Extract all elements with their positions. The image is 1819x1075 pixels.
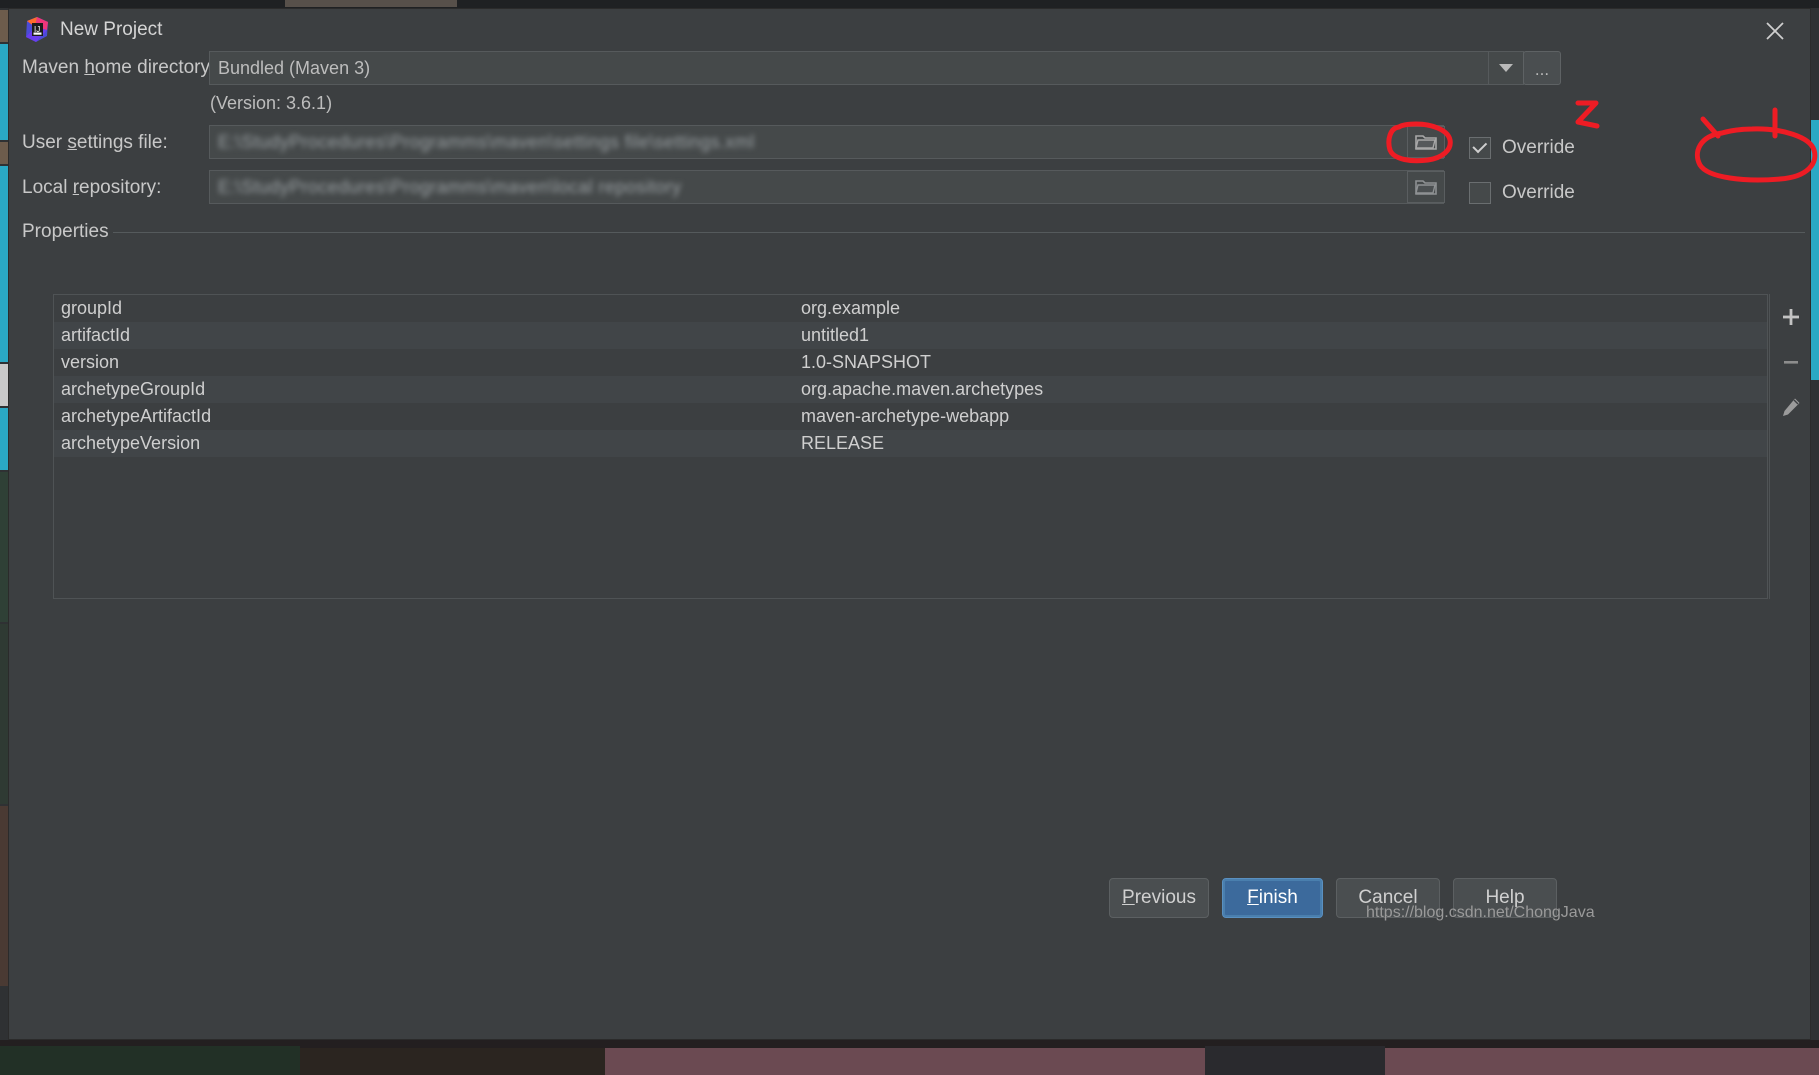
property-name: archetypeGroupId <box>61 379 206 399</box>
local-repository-override-checkbox[interactable] <box>1469 182 1491 204</box>
table-row[interactable]: archetypeGroupId org.apache.maven.archet… <box>54 376 1767 403</box>
property-name: archetypeArtifactId <box>61 406 212 426</box>
bg-top-highlight <box>285 0 457 7</box>
local-repository-override-label: Override <box>1502 182 1575 203</box>
intellij-idea-logo-icon: IJ <box>23 16 51 44</box>
properties-toolbar <box>1769 294 1811 599</box>
user-settings-override-checkbox[interactable] <box>1469 137 1491 159</box>
property-name: artifactId <box>61 325 131 345</box>
property-name: groupId <box>61 298 123 318</box>
local-repository-label: Local repository: <box>22 177 162 198</box>
user-settings-input[interactable]: E:\StudyProcedures\Programms\maven\setti… <box>209 125 1444 159</box>
chevron-down-icon[interactable] <box>1488 51 1524 85</box>
user-settings-value: E:\StudyProcedures\Programms\maven\setti… <box>218 131 755 152</box>
property-name: version <box>61 352 120 372</box>
finish-button[interactable]: Finish <box>1222 878 1323 918</box>
property-name: archetypeVersion <box>61 433 201 453</box>
maven-home-combobox[interactable]: Bundled (Maven 3) <box>209 51 1489 85</box>
maven-version-note: (Version: 3.6.1) <box>210 93 333 113</box>
bg-bottom-seg-3 <box>605 1048 1205 1075</box>
user-settings-label: User settings file: <box>22 132 168 153</box>
user-settings-folder-icon[interactable] <box>1407 126 1445 158</box>
plus-icon <box>1783 308 1799 325</box>
bg-bottom-seg-1 <box>0 1046 300 1075</box>
new-project-dialog: IJ New Project Maven home directory: Bun… <box>8 8 1811 1040</box>
dialog-title: New Project <box>60 19 163 40</box>
watermark-text: https://blog.csdn.net/ChongJava <box>1366 904 1595 921</box>
previous-button[interactable]: Previous <box>1109 878 1209 918</box>
table-row[interactable]: archetypeVersion RELEASE <box>54 430 1767 457</box>
properties-table[interactable]: groupId org.example artifactId untitled1… <box>53 294 1768 599</box>
maven-home-browse-button[interactable]: ... <box>1523 51 1561 85</box>
user-settings-override-label: Override <box>1502 137 1575 158</box>
bg-bottom-seg-4 <box>1205 1046 1385 1075</box>
dialog-titlebar: IJ New Project <box>9 9 1810 53</box>
pencil-icon <box>1783 398 1800 416</box>
table-row[interactable]: archetypeArtifactId maven-archetype-weba… <box>54 403 1767 430</box>
user-settings-override-row[interactable]: Override <box>1469 137 1575 159</box>
properties-group-title: Properties <box>22 221 109 242</box>
table-row[interactable]: version 1.0-SNAPSHOT <box>54 349 1767 376</box>
remove-property-button[interactable] <box>1770 339 1812 384</box>
properties-separator <box>113 232 1805 233</box>
table-row[interactable]: artifactId untitled1 <box>54 322 1767 349</box>
minus-icon <box>1784 360 1798 364</box>
property-value: RELEASE <box>801 433 885 453</box>
property-value: org.apache.maven.archetypes <box>801 379 1044 399</box>
bg-bottom-seg-5 <box>1385 1048 1819 1075</box>
local-repository-input[interactable]: E:\StudyProcedures\Programms\maven\local… <box>209 170 1444 204</box>
maven-home-label: Maven home directory: <box>22 57 216 78</box>
close-icon[interactable] <box>1748 11 1802 51</box>
local-repository-override-row[interactable]: Override <box>1469 182 1575 204</box>
screenshot-root: IJ New Project Maven home directory: Bun… <box>0 0 1819 1075</box>
add-property-button[interactable] <box>1770 294 1812 339</box>
maven-home-value: Bundled (Maven 3) <box>218 57 371 78</box>
property-value: org.example <box>801 298 901 318</box>
table-row[interactable]: groupId org.example <box>54 295 1767 322</box>
bg-top-bar <box>0 0 1819 8</box>
local-repository-value: E:\StudyProcedures\Programms\maven\local… <box>218 176 682 197</box>
local-repository-folder-icon[interactable] <box>1407 171 1445 203</box>
edit-property-button[interactable] <box>1770 384 1812 429</box>
bg-bottom-seg-2 <box>300 1048 605 1075</box>
property-value: maven-archetype-webapp <box>801 406 1010 426</box>
property-value: untitled1 <box>801 325 870 345</box>
property-value: 1.0-SNAPSHOT <box>801 352 932 372</box>
